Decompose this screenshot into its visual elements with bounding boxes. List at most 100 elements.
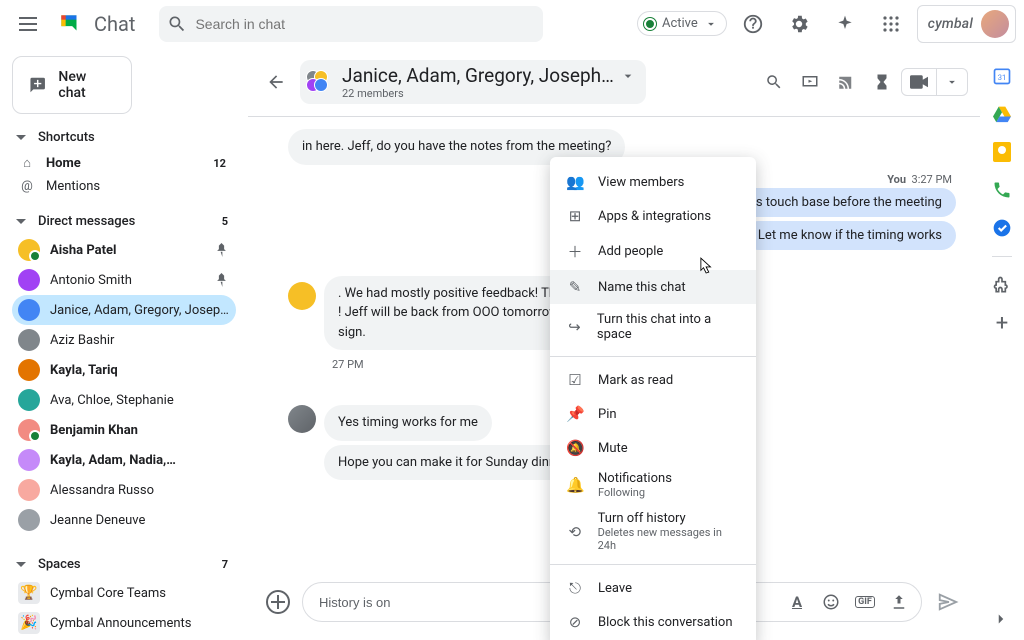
org-switcher[interactable]: cymbal xyxy=(917,5,1016,43)
upload-button[interactable] xyxy=(885,588,913,616)
menu-item[interactable]: ⟲Turn off historyDeletes new messages in… xyxy=(550,505,756,558)
apps-grid-icon xyxy=(882,15,900,33)
menu-item[interactable]: ✎Name this chat xyxy=(550,270,756,304)
sparkle-button[interactable] xyxy=(825,4,865,44)
menu-item[interactable]: ↪Turn this chat into a space xyxy=(550,304,756,350)
dm-item[interactable]: Ava, Chloe, Stephanie xyxy=(12,385,236,415)
drive-app-button[interactable] xyxy=(992,104,1012,124)
menu-item-icon: ＋ xyxy=(566,241,584,262)
message-bubble: Yes timing works for me xyxy=(324,405,492,441)
dm-label: Janice, Adam, Gregory, Joseph,… xyxy=(50,303,230,318)
add-app-button[interactable]: + xyxy=(992,313,1012,333)
conversation-title: Janice, Adam, Gregory, Joseph… xyxy=(342,64,614,87)
dm-item[interactable]: Aisha Patel xyxy=(12,235,236,265)
menu-item[interactable]: ＋ Add people xyxy=(550,233,756,270)
calls-app-button[interactable] xyxy=(992,180,1012,200)
presence-chip[interactable]: Active xyxy=(637,11,727,36)
member-count: 22 members xyxy=(342,87,636,100)
dm-item[interactable]: Kayla, Tariq xyxy=(12,355,236,385)
emoji-button[interactable] xyxy=(817,588,845,616)
extensions-button[interactable] xyxy=(992,275,1012,295)
avatar xyxy=(18,449,40,471)
rail-divider xyxy=(992,256,1012,257)
avatar xyxy=(18,479,40,501)
conversation-title-chip[interactable]: Janice, Adam, Gregory, Joseph… 22 member… xyxy=(300,60,646,104)
calendar-app-button[interactable]: 31 xyxy=(992,66,1012,86)
dm-label: Alessandra Russo xyxy=(50,483,230,498)
menu-item[interactable]: 🔔NotificationsFollowing xyxy=(550,465,756,505)
start-meet-button[interactable] xyxy=(902,69,936,95)
avatar xyxy=(18,239,40,261)
collapse-rail-button[interactable] xyxy=(992,610,1012,630)
menu-item[interactable]: ⊞Apps & integrations xyxy=(550,199,756,233)
dm-item[interactable]: Antonio Smith xyxy=(12,265,236,295)
apps-button[interactable] xyxy=(871,4,911,44)
arrow-left-icon xyxy=(266,72,286,92)
menu-item[interactable]: ⊘Block this conversation xyxy=(550,605,756,639)
dm-label: Jeanne Deneuve xyxy=(50,513,230,528)
menu-item[interactable]: ⎋Leave xyxy=(550,571,756,605)
caret-down-icon xyxy=(16,133,26,143)
format-button[interactable]: A xyxy=(783,588,811,616)
keep-app-button[interactable] xyxy=(992,142,1012,162)
space-item[interactable]: 🎉Cymbal Announcements xyxy=(12,608,236,638)
tasks-app-button[interactable] xyxy=(992,218,1012,238)
upload-icon xyxy=(890,593,908,611)
dm-item[interactable]: Alessandra Russo xyxy=(12,475,236,505)
search-bar[interactable] xyxy=(159,6,543,42)
spaces-header[interactable]: Spaces 7 xyxy=(12,551,236,578)
menu-item-sublabel: Following xyxy=(598,486,672,499)
dm-label: Aisha Patel xyxy=(50,243,206,258)
search-icon xyxy=(167,14,187,34)
conv-search-button[interactable] xyxy=(757,65,791,99)
avatar xyxy=(18,269,40,291)
dm-item[interactable]: Benjamin Khan xyxy=(12,415,236,445)
presence-label: Active xyxy=(662,16,698,31)
space-avatar: 🏆 xyxy=(18,582,40,604)
hourglass-button[interactable] xyxy=(865,65,899,99)
menu-item-label: Add people xyxy=(598,244,663,259)
menu-item-label: Block this conversation xyxy=(598,615,733,630)
dm-header[interactable]: Direct messages 5 xyxy=(12,208,236,235)
tasks-icon xyxy=(992,218,1012,238)
pin-icon xyxy=(216,273,230,287)
cast-button[interactable] xyxy=(829,65,863,99)
menu-item-label: Leave xyxy=(598,581,632,596)
dm-item[interactable]: Jeanne Deneuve xyxy=(12,505,236,535)
dm-label: Antonio Smith xyxy=(50,273,206,288)
dm-item[interactable]: Aziz Bashir xyxy=(12,325,236,355)
menu-item[interactable]: 🔕Mute xyxy=(550,431,756,465)
chevron-down-icon xyxy=(704,17,718,31)
settings-button[interactable] xyxy=(779,4,819,44)
new-chat-button[interactable]: New chat xyxy=(12,56,132,114)
shortcuts-header[interactable]: Shortcuts xyxy=(12,124,236,151)
menu-item-icon: ✎ xyxy=(566,278,584,296)
dm-label: Aziz Bashir xyxy=(50,333,230,348)
user-avatar[interactable] xyxy=(981,10,1009,38)
help-button[interactable] xyxy=(733,4,773,44)
dm-label: Kayla, Adam, Nadia,… xyxy=(50,453,230,468)
plus-icon xyxy=(271,595,285,609)
format-icon: A xyxy=(792,593,802,611)
space-item[interactable]: 🏆Cymbal Core Teams xyxy=(12,578,236,608)
sparkle-icon xyxy=(835,14,855,34)
send-button[interactable] xyxy=(934,588,962,616)
menu-item[interactable]: 👥View members xyxy=(550,165,756,199)
dm-item[interactable]: Kayla, Adam, Nadia,… xyxy=(12,445,236,475)
menu-item[interactable]: ☑Mark as read xyxy=(550,363,756,397)
nav-home[interactable]: ⌂ Home 12 xyxy=(12,151,236,175)
menu-item-label: Turn off history xyxy=(598,511,740,526)
meet-split-button[interactable] xyxy=(901,68,968,96)
present-button[interactable] xyxy=(793,65,827,99)
meet-dropdown-button[interactable] xyxy=(936,69,967,95)
search-input[interactable] xyxy=(195,16,535,32)
menu-item-icon: ↪ xyxy=(566,318,583,336)
menu-item-label: Notifications xyxy=(598,471,672,486)
back-button[interactable] xyxy=(260,66,292,98)
add-attachment-button[interactable] xyxy=(266,590,290,614)
gif-button[interactable]: GIF xyxy=(851,588,879,616)
nav-mentions[interactable]: @ Mentions xyxy=(12,175,236,198)
menu-button[interactable] xyxy=(8,4,48,44)
dm-item[interactable]: Janice, Adam, Gregory, Joseph,… xyxy=(12,295,236,325)
menu-item[interactable]: 📌Pin xyxy=(550,397,756,431)
